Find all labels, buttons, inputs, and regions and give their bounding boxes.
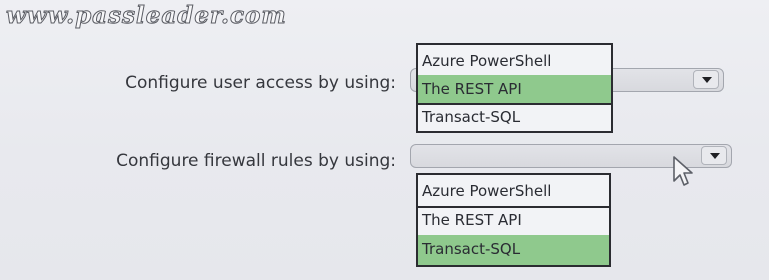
watermark-text: www.passleader.com (6, 2, 287, 30)
option-label: Transact-SQL (422, 108, 521, 126)
option-label: The REST API (422, 80, 522, 98)
chevron-down-icon[interactable] (701, 146, 727, 165)
option-label: The REST API (422, 211, 522, 229)
option-label: Azure PowerShell (422, 182, 552, 200)
firewall-option-transact-sql[interactable]: Transact-SQL (418, 235, 609, 265)
option-label: Azure PowerShell (422, 52, 552, 70)
firewall-rules-options-list: Azure PowerShell The REST API Transact-S… (416, 173, 611, 267)
option-label: Transact-SQL (422, 240, 521, 258)
user-access-options-list: Azure PowerShell The REST API Transact-S… (416, 43, 613, 133)
firewall-rules-label: Configure firewall rules by using: (116, 151, 396, 171)
chevron-down-icon[interactable] (693, 70, 719, 89)
firewall-option-azure-powershell[interactable]: Azure PowerShell (418, 177, 609, 207)
user-access-option-transact-sql[interactable]: Transact-SQL (418, 103, 611, 131)
user-access-option-azure-powershell[interactable]: Azure PowerShell (418, 47, 611, 75)
user-access-label: Configure user access by using: (125, 73, 396, 93)
firewall-option-rest-api[interactable]: The REST API (418, 206, 609, 236)
answer-area: www.passleader.com Configure user access… (0, 0, 769, 280)
user-access-option-rest-api[interactable]: The REST API (418, 75, 611, 103)
mouse-pointer-icon (673, 156, 693, 186)
